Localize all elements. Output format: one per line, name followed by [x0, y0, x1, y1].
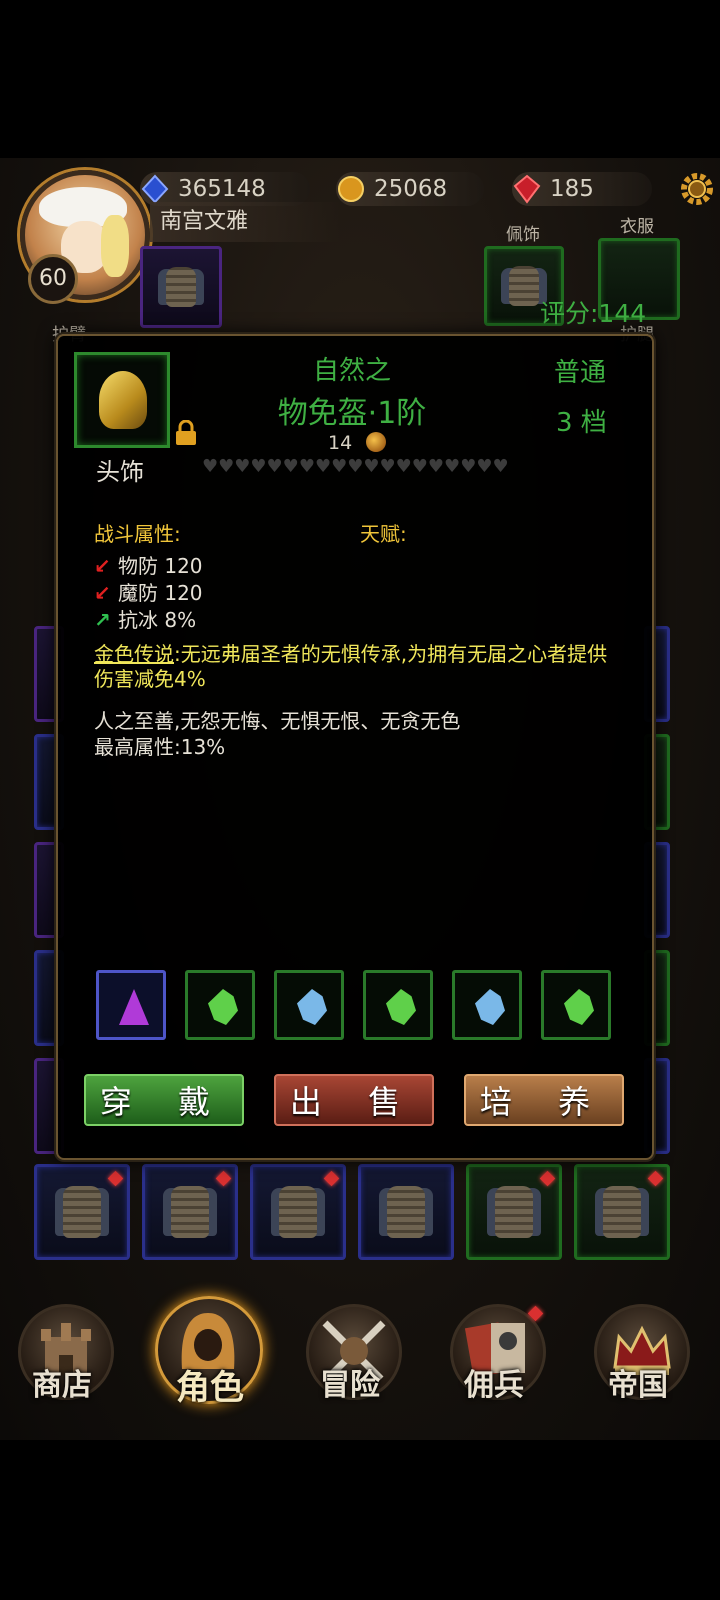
gem-socket[interactable] — [541, 970, 611, 1040]
inventory-slot[interactable] — [34, 1164, 130, 1260]
player-level-badge: 60 — [28, 254, 78, 304]
armor-icon — [603, 1186, 641, 1238]
gem-socket[interactable] — [452, 970, 522, 1040]
gem-socket[interactable] — [185, 970, 255, 1040]
attribute-name: 抗冰 — [118, 608, 158, 632]
blue-crystal-icon — [475, 989, 505, 1025]
item-price: 14 — [328, 432, 387, 454]
attribute-name: 魔防 — [118, 581, 158, 605]
item-grade: 3 档 — [556, 408, 607, 438]
new-badge-icon — [323, 1170, 340, 1187]
wear-button[interactable]: 穿 戴 — [84, 1074, 244, 1126]
new-badge-icon — [107, 1170, 124, 1187]
armor-icon — [63, 1186, 101, 1238]
train-button[interactable]: 培 养 — [464, 1074, 624, 1126]
item-description: 人之至善,无怨无悔、无惧无恨、无贪无色 最高属性:13% — [94, 708, 624, 760]
item-detail-dialog: 自然之 物免盔·1阶 14 普通 3 档 头饰 ♥♥♥♥♥♥♥♥♥♥♥♥♥♥♥♥… — [56, 334, 654, 1160]
attribute-value: 120 — [164, 554, 203, 578]
gem-socket[interactable] — [274, 970, 344, 1040]
item-rarity: 普通 — [554, 358, 607, 388]
inventory-slot[interactable] — [574, 1164, 670, 1260]
green-crystal-icon — [564, 989, 594, 1025]
armor-icon — [387, 1186, 425, 1238]
legendary-title: 金色传说 — [94, 642, 174, 666]
description-line: 人之至善,无怨无悔、无惧无恨、无贪无色 — [94, 709, 461, 733]
bottom-navigation: 商店 角色 冒险 佣兵 帝国 — [0, 1286, 720, 1418]
up-arrow-icon: ↗ — [94, 608, 111, 632]
inventory-slot[interactable] — [142, 1164, 238, 1260]
durability-hearts: ♥♥♥♥♥♥♥♥♥♥♥♥♥♥♥♥♥♥♥ — [202, 456, 509, 477]
attribute-value: 120 — [164, 581, 203, 605]
game-screen: 365148 25068 185 60 南宫文雅 佩饰 衣服 护臂 护腿 评分:… — [0, 158, 720, 1440]
diamond-count: 365148 — [178, 176, 266, 202]
purple-triangle-gem-icon — [119, 989, 149, 1025]
armor-icon — [279, 1186, 317, 1238]
armor-icon — [171, 1186, 209, 1238]
player-name: 南宫文雅 — [150, 202, 340, 242]
gem-socket[interactable] — [96, 970, 166, 1040]
blue-crystal-icon — [297, 989, 327, 1025]
inventory-slot[interactable] — [358, 1164, 454, 1260]
green-crystal-icon — [208, 989, 238, 1025]
coin-icon — [338, 176, 364, 202]
clothes-label: 衣服 — [620, 217, 654, 237]
inventory-slot[interactable] — [250, 1164, 346, 1260]
item-slot-type: 头饰 — [96, 458, 144, 486]
armor-icon — [495, 1186, 533, 1238]
coin-count: 25068 — [374, 176, 448, 202]
equip-slot-amulet[interactable] — [140, 246, 222, 328]
nav-mercenary-label: 佣兵 — [464, 1368, 524, 1403]
combat-attributes-header: 战斗属性: — [94, 522, 181, 546]
attribute-row: ↙ 魔防 120 — [94, 577, 203, 606]
legendary-effect: 金色传说:无远弗届圣者的无惧传承,为拥有无届之心者提供伤害减免4% — [94, 642, 624, 692]
coin-icon — [366, 432, 387, 452]
ruby-counter: 185 — [512, 172, 652, 206]
new-badge-icon — [215, 1170, 232, 1187]
down-arrow-icon: ↙ — [94, 581, 111, 605]
sell-button[interactable]: 出 售 — [274, 1074, 434, 1126]
settings-gear-icon[interactable] — [680, 172, 714, 206]
max-attribute-line: 最高属性:13% — [94, 735, 226, 759]
blue-gem-icon — [141, 174, 169, 204]
attribute-name: 物防 — [118, 554, 158, 578]
nav-adventure-label: 冒险 — [320, 1368, 380, 1403]
score-value: 评分:144 — [540, 299, 647, 328]
new-badge-icon — [647, 1170, 664, 1187]
red-gem-icon — [513, 174, 541, 204]
nav-character-label: 角色 — [176, 1368, 244, 1408]
gem-socket[interactable] — [363, 970, 433, 1040]
attribute-row: ↗ 抗冰 8% — [94, 604, 196, 633]
attribute-row: ↙ 物防 120 — [94, 550, 203, 579]
nav-shop-label: 商店 — [32, 1368, 92, 1403]
ruby-count: 185 — [550, 176, 594, 202]
green-crystal-icon — [386, 989, 416, 1025]
diamond-counter: 365148 — [140, 172, 310, 206]
attribute-value: 8% — [164, 608, 197, 632]
ornament-label: 佩饰 — [506, 225, 540, 245]
coin-counter: 25068 — [336, 172, 484, 206]
down-arrow-icon: ↙ — [94, 554, 111, 578]
new-badge-icon — [539, 1170, 556, 1187]
talent-header: 天赋: — [360, 522, 407, 546]
avatar-hair — [101, 215, 129, 277]
item-price-value: 14 — [328, 432, 353, 454]
nav-empire-label: 帝国 — [608, 1368, 668, 1403]
inventory-slot[interactable] — [466, 1164, 562, 1260]
